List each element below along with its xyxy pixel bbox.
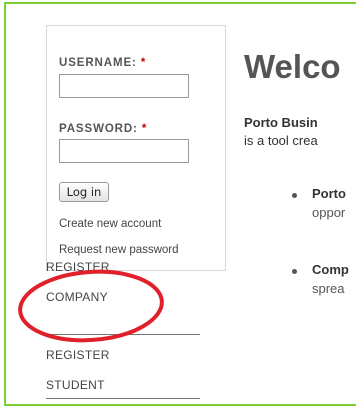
- register-company-line2: COMPANY: [46, 290, 108, 304]
- nav-divider: [46, 398, 200, 399]
- username-label: USERNAME: *: [59, 57, 147, 69]
- highlight-circle: [18, 269, 164, 343]
- page-frame: USERNAME: * PASSWORD: * Log in Create ne…: [4, 2, 356, 406]
- bullet-dot: [292, 193, 297, 198]
- password-required-marker: *: [141, 123, 148, 135]
- intro-text: is a tool crea: [244, 133, 318, 148]
- login-button[interactable]: Log in: [59, 182, 109, 202]
- username-input[interactable]: [59, 74, 189, 98]
- bullet-text: sprea: [312, 281, 345, 296]
- register-student-line1: REGISTER: [46, 348, 110, 362]
- request-password-link[interactable]: Request new password: [59, 244, 179, 256]
- register-student-line2: STUDENT: [46, 378, 105, 392]
- intro-heading: Porto Busin: [244, 115, 318, 130]
- register-company-line1: REGISTER: [46, 260, 110, 274]
- bullet-dot: [292, 269, 297, 274]
- nav-divider: [46, 334, 200, 335]
- bullet-title: Porto: [312, 186, 346, 201]
- password-input[interactable]: [59, 139, 189, 163]
- login-form: USERNAME: * PASSWORD: * Log in Create ne…: [46, 25, 226, 271]
- password-label: PASSWORD: *: [59, 123, 148, 135]
- create-account-link[interactable]: Create new account: [59, 218, 161, 230]
- username-required-marker: *: [140, 57, 147, 69]
- bullet-text: oppor: [312, 205, 346, 220]
- bullet-title: Comp: [312, 262, 349, 277]
- page-title: Welco: [244, 48, 341, 85]
